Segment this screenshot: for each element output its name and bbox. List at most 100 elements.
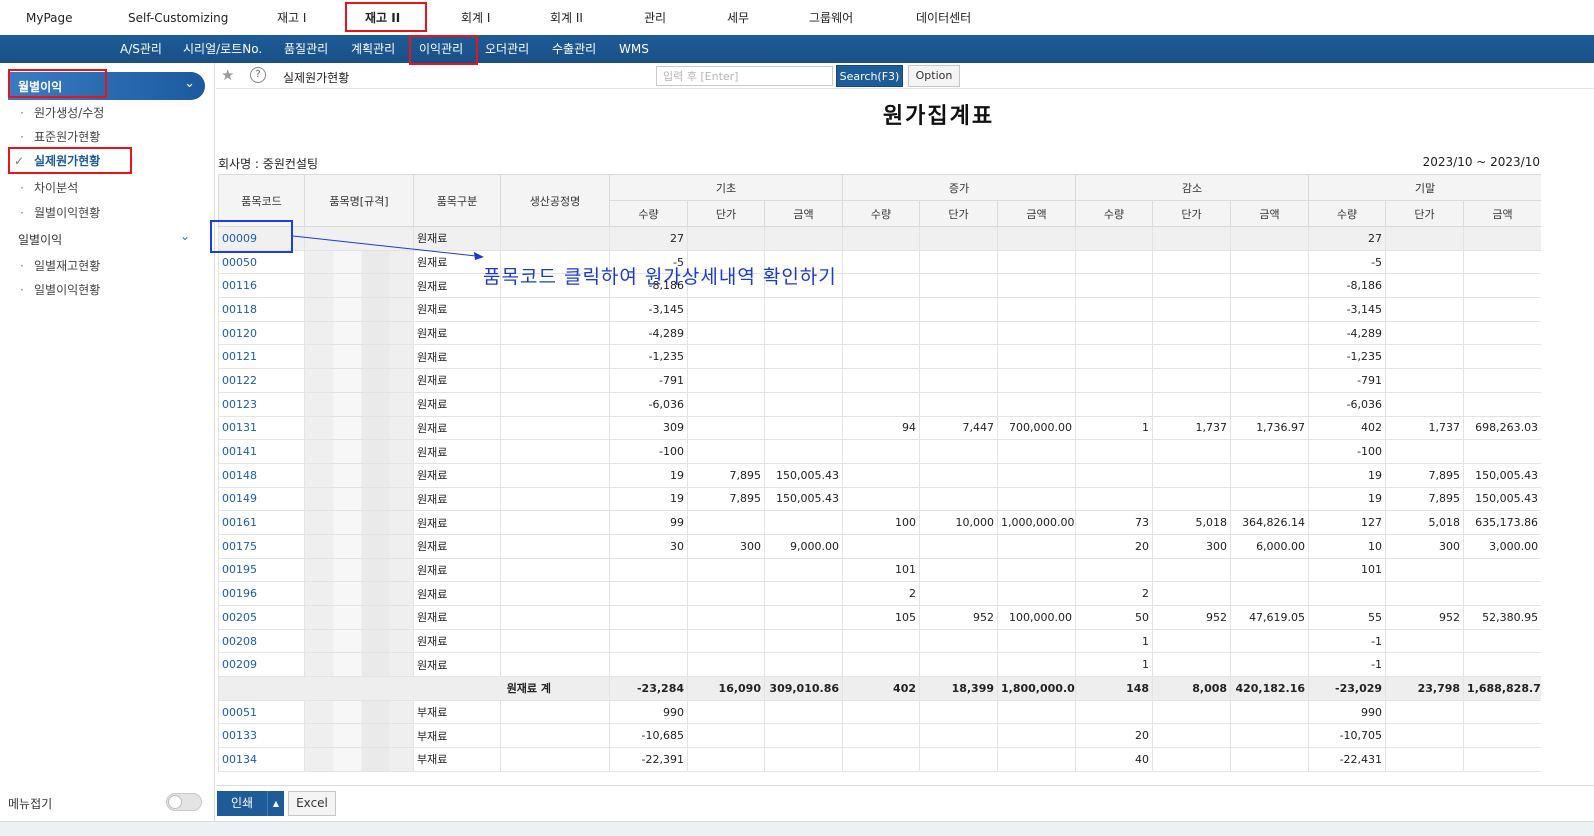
- item-code-link[interactable]: 00121: [218, 344, 305, 370]
- sidebar-item[interactable]: · 일별재고현황: [20, 257, 100, 274]
- value-cell: 5,018: [1385, 510, 1465, 535]
- item-code-link[interactable]: 00118: [218, 297, 305, 322]
- item-code-link[interactable]: 00149: [218, 486, 305, 512]
- search-input[interactable]: [656, 66, 833, 86]
- top-nav-item[interactable]: 그룹웨어: [809, 0, 853, 35]
- table-row[interactable]: 00133 부재료 -10,685 20 -10,705: [218, 723, 1541, 749]
- sub-nav-item[interactable]: A/S관리: [120, 35, 162, 63]
- table-row[interactable]: 00051 부재료 990 990: [218, 699, 1541, 725]
- table-row[interactable]: 00123 원재료 -6,036 -6,036: [218, 391, 1541, 417]
- table-row[interactable]: 00209 원재료 1 -1: [218, 652, 1541, 678]
- excel-button[interactable]: Excel: [288, 791, 336, 816]
- item-code-link[interactable]: 00205: [218, 605, 305, 630]
- value-cell: [1385, 699, 1465, 725]
- value-cell: 364,826.14: [1230, 510, 1310, 535]
- sidebar-item[interactable]: · 일별이익현황: [20, 281, 100, 298]
- value-cell: [1385, 439, 1465, 464]
- top-nav-item[interactable]: 관리: [644, 0, 666, 35]
- table-row[interactable]: 00009 원재료 27 27: [218, 226, 1541, 251]
- table-row[interactable]: 00122 원재료 -791 -791: [218, 368, 1541, 393]
- item-code-link[interactable]: 00209: [218, 652, 305, 678]
- sidebar-item-label: 일별이익현황: [34, 283, 101, 297]
- value-cell: [919, 344, 999, 370]
- sidebar-item[interactable]: · 월별이익현황: [20, 204, 100, 221]
- top-nav-item[interactable]: Self-Customizing: [128, 0, 228, 35]
- col-header-code: 품목코드: [218, 174, 305, 227]
- item-code-link[interactable]: 00161: [218, 510, 305, 535]
- value-cell: [763, 557, 844, 583]
- print-button[interactable]: 인쇄: [217, 791, 267, 816]
- table-row[interactable]: 00134 부재료 -22,391 40 -22,431: [218, 747, 1541, 772]
- item-code-link[interactable]: 00195: [218, 557, 305, 583]
- bullet-icon: ·: [20, 283, 24, 297]
- table-row[interactable]: 00148 원재료 19 7,895 150,005.43 19 7,895 150,005.…: [218, 462, 1541, 488]
- search-button[interactable]: Search(F3): [836, 65, 903, 87]
- item-code-link[interactable]: 00120: [218, 320, 305, 346]
- value-cell: 150,005.43: [763, 486, 844, 512]
- table-row[interactable]: 00175 원재료 30 300 9,000.00 20 300 6,000.00 10 300 3…: [218, 533, 1541, 559]
- sub-nav-item[interactable]: 수출관리: [552, 35, 596, 63]
- sidebar-item[interactable]: · 표준원가현황: [20, 128, 100, 145]
- toggle-knob: [168, 795, 182, 809]
- item-code-link[interactable]: 00196: [218, 581, 305, 606]
- value-cell: [842, 368, 921, 393]
- caret-up-icon[interactable]: ▲: [267, 791, 284, 816]
- item-name-cell: [304, 605, 414, 630]
- chevron-down-icon[interactable]: ⌄: [180, 229, 190, 243]
- item-code-link[interactable]: 00175: [218, 533, 305, 559]
- sidebar-group-daily-profit[interactable]: 일별이익: [18, 231, 62, 248]
- help-icon[interactable]: ?: [250, 67, 266, 83]
- value-cell: [687, 368, 765, 393]
- sidebar-item[interactable]: · 차이분석: [20, 179, 78, 196]
- menu-fold-toggle[interactable]: [166, 793, 202, 811]
- option-button[interactable]: Option: [908, 65, 960, 87]
- table-row[interactable]: 00196 원재료 2 2: [218, 581, 1541, 606]
- sub-nav-item[interactable]: 품질관리: [284, 35, 328, 63]
- sub-nav-item[interactable]: 오더관리: [485, 35, 529, 63]
- table-row[interactable]: 00120 원재료 -4,289 -4,289: [218, 320, 1541, 346]
- table-row[interactable]: 00161 원재료 99 100 10,000 1,000,000.00 73 5,018 36…: [218, 510, 1541, 535]
- item-code-link[interactable]: 00122: [218, 368, 305, 393]
- table-row[interactable]: 00050 원재료 -5 -5: [218, 249, 1541, 275]
- item-code-link[interactable]: 00133: [218, 723, 305, 749]
- table-row[interactable]: 00208 원재료 1 -1: [218, 628, 1541, 654]
- item-code-link[interactable]: 00050: [218, 249, 305, 275]
- item-code-link[interactable]: 00148: [218, 462, 305, 488]
- item-code-link[interactable]: 00208: [218, 628, 305, 654]
- table-row[interactable]: 00149 원재료 19 7,895 150,005.43 19 7,895 150,005.…: [218, 486, 1541, 512]
- value-cell: -8,186: [1308, 273, 1387, 299]
- top-nav-item[interactable]: 회계 II: [550, 0, 583, 35]
- top-nav-item[interactable]: 세무: [727, 0, 749, 35]
- table-row[interactable]: 00131 원재료 309 94 7,447 700,000.00 1 1,737 1,736.…: [218, 415, 1541, 441]
- table-row[interactable]: 00205 원재료 105 952 100,000.00 50 952 47,619.05 55…: [218, 605, 1541, 630]
- table-row[interactable]: 00121 원재료 -1,235 -1,235: [218, 344, 1541, 370]
- item-code-link[interactable]: 00116: [218, 273, 305, 299]
- top-nav-item[interactable]: 데이터센터: [916, 0, 971, 35]
- item-code-link[interactable]: 00141: [218, 439, 305, 464]
- table-row[interactable]: 00195 원재료 101 101: [218, 557, 1541, 583]
- table-row[interactable]: 00141 원재료 -100 -100: [218, 439, 1541, 464]
- value-cell: [997, 557, 1077, 583]
- top-nav-item[interactable]: 회계 I: [461, 0, 490, 35]
- item-code-link[interactable]: 00123: [218, 391, 305, 417]
- item-code-link[interactable]: 00131: [218, 415, 305, 441]
- sub-nav-item[interactable]: WMS: [619, 35, 649, 63]
- sidebar-item[interactable]: · 원가생성/수정: [20, 104, 104, 121]
- top-nav-item[interactable]: MyPage: [26, 0, 73, 35]
- value-cell: -3,145: [609, 297, 688, 322]
- value-cell: [997, 226, 1077, 251]
- value-cell: 300: [1152, 533, 1232, 559]
- value-cell: [1075, 320, 1154, 346]
- value-cell: [842, 486, 921, 512]
- top-nav-item[interactable]: 재고 I: [277, 0, 306, 35]
- table-row[interactable]: 00118 원재료 -3,145 -3,145: [218, 297, 1541, 322]
- item-code-link[interactable]: 00051: [218, 699, 305, 725]
- table-row[interactable]: 00116 원재료 -8,186 -8,186: [218, 273, 1541, 299]
- value-cell: [1075, 297, 1154, 322]
- item-code-link[interactable]: 00134: [218, 747, 305, 772]
- sub-nav-item[interactable]: 계획관리: [351, 35, 395, 63]
- value-cell: [1152, 391, 1232, 417]
- star-icon[interactable]: ★: [221, 66, 234, 84]
- sub-nav-item[interactable]: 시리얼/로트No.: [183, 35, 262, 63]
- value-cell: [1152, 344, 1232, 370]
